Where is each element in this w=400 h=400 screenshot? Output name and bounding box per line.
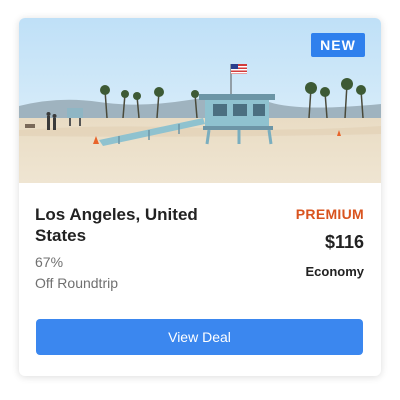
discount-label: Off Roundtrip <box>35 275 119 291</box>
cabin-class: Economy <box>305 264 364 279</box>
view-deal-button[interactable]: View Deal <box>36 319 363 355</box>
deal-card[interactable]: NEW Los Angeles, United States 67% Off R… <box>19 18 381 376</box>
new-badge: NEW <box>311 33 365 57</box>
destination-title: Los Angeles, United States <box>35 205 198 245</box>
price: $116 <box>324 232 364 252</box>
discount-value: 67% <box>35 254 64 270</box>
tier-label: PREMIUM <box>295 206 364 222</box>
